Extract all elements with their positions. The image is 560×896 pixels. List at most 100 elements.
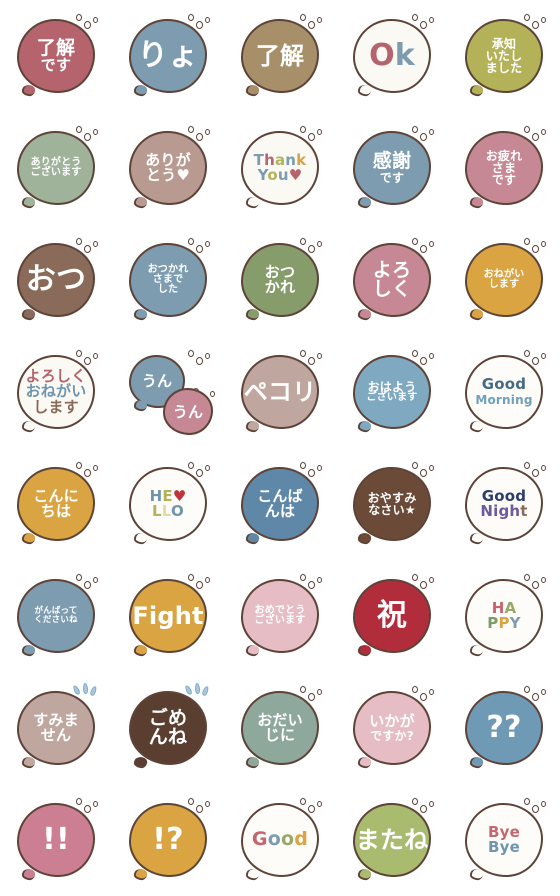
speech-bubble-body: おだい じに [241,691,319,765]
sticker-cell-ikaga-desuka[interactable]: いかが ですか? [336,672,448,784]
sticker-cell-bye-bye[interactable]: Bye Bye [448,784,560,896]
sticker-text-line: なさい★ [368,503,416,517]
sticker-text-line: かれ [264,278,296,296]
sticker-sumimasen[interactable]: すみま せん [17,682,98,765]
sticker-otsu[interactable]: おつ [17,238,98,317]
sticker-good-night[interactable]: Good Night [465,462,546,541]
speech-bubble-body: !? [129,803,207,877]
sticker-cell-otsukaresama-desu[interactable]: お疲れ さま です [448,112,560,224]
sticker-cell-thank-you[interactable]: Thank You♥ [224,112,336,224]
sticker-bye-bye[interactable]: Bye Bye [465,798,546,877]
sticker-odaiji-ni[interactable]: おだい じに [241,686,322,765]
sticker-cell-ryoukai[interactable]: 了解 [224,0,336,112]
sticker-otsukaresama-desu[interactable]: お疲れ さま です [465,126,546,205]
sticker-cell-matane[interactable]: またね [336,784,448,896]
sticker-cell-pekori[interactable]: ペコリ [224,336,336,448]
sticker-otsukare[interactable]: おつ かれ [241,238,322,317]
sticker-cell-oyasumi-nasai[interactable]: おやすみ なさい★ [336,448,448,560]
sticker-text-line: します [488,279,520,290]
sticker-cell-ganbatte-kudasai-ne[interactable]: がんばって くださいね [0,560,112,672]
sticker-cell-sumimasen[interactable]: すみま せん [0,672,112,784]
sticker-text-glyph: o [280,828,295,851]
sticker-interrobang[interactable]: !? [129,798,210,877]
sticker-double-exclamation[interactable]: !! [17,798,98,877]
sticker-cell-iwai[interactable]: 祝 [336,560,448,672]
sticker-oyasumi-nasai[interactable]: おやすみ なさい★ [353,462,434,541]
sticker-cell-arigatou-gozaimasu[interactable]: ありがとう ございます [0,112,112,224]
sticker-text-line: ました [485,61,523,76]
sticker-happy[interactable]: HA PPY [465,574,546,653]
sticker-cell-good[interactable]: Good [224,784,336,896]
sticker-cell-un-un-double[interactable]: うん うん [112,336,224,448]
speech-bubble-body: よろ しく [353,243,431,317]
sticker-text-line: します [33,399,79,415]
sticker-cell-ryoukai-desu[interactable]: 了解 です [0,0,112,112]
sticker-cell-shouchi-itashimashita[interactable]: 承知 いたし ました [448,0,560,112]
sticker-ryo[interactable]: りょ [129,14,210,93]
sticker-text-line: またね [355,825,429,854]
sticker-text-glyph: Y [509,614,521,632]
sticker-iwai[interactable]: 祝 [353,574,434,653]
speech-bubble-body: HA PPY [465,579,543,653]
sticker-cell-yoroshiku[interactable]: よろ しく [336,224,448,336]
sticker-cell-ok[interactable]: Ok [336,0,448,112]
sticker-matane[interactable]: またね [353,798,434,877]
sticker-text-glyph: P [498,614,510,632]
sticker-otsukaresama-deshita[interactable]: おつかれ さまで した [129,238,210,317]
sticker-cell-fight[interactable]: Fight [112,560,224,672]
sticker-cell-good-morning[interactable]: Good Morning [448,336,560,448]
sticker-cell-kansha-desu[interactable]: 感謝 です [336,112,448,224]
sticker-text-line: とう♥ [145,166,191,184]
sticker-good-morning[interactable]: Good Morning [465,350,546,429]
sticker-gomen-ne[interactable]: ごめ んね [129,682,210,765]
sticker-cell-ryo[interactable]: りょ [112,0,224,112]
sticker-pekori[interactable]: ペコリ [241,350,322,429]
sticker-arigatou[interactable]: ありが とう♥ [129,126,210,205]
sticker-arigatou-gozaimasu[interactable]: ありがとう ございます [17,126,98,205]
sticker-good[interactable]: Good [241,798,322,877]
speech-bubble-body: ?? [465,691,543,765]
sticker-cell-happy[interactable]: HA PPY [448,560,560,672]
sticker-cell-otsukaresama-deshita[interactable]: おつかれ さまで した [112,224,224,336]
sticker-cell-konnichiwa[interactable]: こんに ちは [0,448,112,560]
sticker-cell-hello[interactable]: HE♥ LLO [112,448,224,560]
sticker-omedetou-gozaimasu[interactable]: おめでとう ございます [241,574,322,653]
sticker-cell-gomen-ne[interactable]: ごめ んね [112,672,224,784]
sticker-cell-onegai-shimasu[interactable]: おねがい します [448,224,560,336]
sticker-cell-double-exclamation[interactable]: !! [0,784,112,896]
sticker-ohayou-gozaimasu[interactable]: おはよう ございます [353,350,434,429]
sticker-ok[interactable]: Ok [353,14,434,93]
sticker-kansha-desu[interactable]: 感謝 です [353,126,434,205]
sticker-ganbatte-kudasai-ne[interactable]: がんばって くださいね [17,574,98,653]
sticker-cell-odaiji-ni[interactable]: おだい じに [224,672,336,784]
sticker-thank-you[interactable]: Thank You♥ [241,126,322,205]
sticker-double-question[interactable]: ?? [465,686,546,765]
sticker-shouchi-itashimashita[interactable]: 承知 いたし ました [465,14,546,93]
sticker-yoroshiku-onegai-shimasu[interactable]: よろしく おねがい します [17,350,98,429]
sticker-cell-otsukare[interactable]: おつ かれ [224,224,336,336]
sticker-un-un-double[interactable]: うん うん [129,350,215,435]
sticker-text-line: !! [42,821,70,857]
sticker-cell-interrobang[interactable]: !? [112,784,224,896]
sticker-yoroshiku[interactable]: よろ しく [353,238,434,317]
sticker-ikaga-desuka[interactable]: いかが ですか? [353,686,434,765]
sticker-cell-otsu[interactable]: おつ [0,224,112,336]
sticker-cell-ohayou-gozaimasu[interactable]: おはよう ございます [336,336,448,448]
sticker-cell-double-question[interactable]: ?? [448,672,560,784]
sticker-cell-arigatou[interactable]: ありが とう♥ [112,112,224,224]
sticker-konbanwa[interactable]: こんば んは [241,462,322,541]
sticker-fight[interactable]: Fight [129,574,210,653]
sticker-ryoukai-desu[interactable]: 了解 です [17,14,98,93]
speech-bubble-body: おやすみ なさい★ [353,467,431,541]
sticker-cell-good-night[interactable]: Good Night [448,448,560,560]
sticker-cell-yoroshiku-onegai-shimasu[interactable]: よろしく おねがい します [0,336,112,448]
sticker-onegai-shimasu[interactable]: おねがい します [465,238,546,317]
sticker-hello[interactable]: HE♥ LLO [129,462,210,541]
sticker-cell-konbanwa[interactable]: こんば んは [224,448,336,560]
speech-bubble-body: HE♥ LLO [129,467,207,541]
sticker-cell-omedetou-gozaimasu[interactable]: おめでとう ございます [224,560,336,672]
sticker-text-line: Good [252,830,308,849]
sticker-ryoukai[interactable]: 了解 [241,14,322,93]
sticker-text-glyph: t [520,502,528,520]
sticker-konnichiwa[interactable]: こんに ちは [17,462,98,541]
